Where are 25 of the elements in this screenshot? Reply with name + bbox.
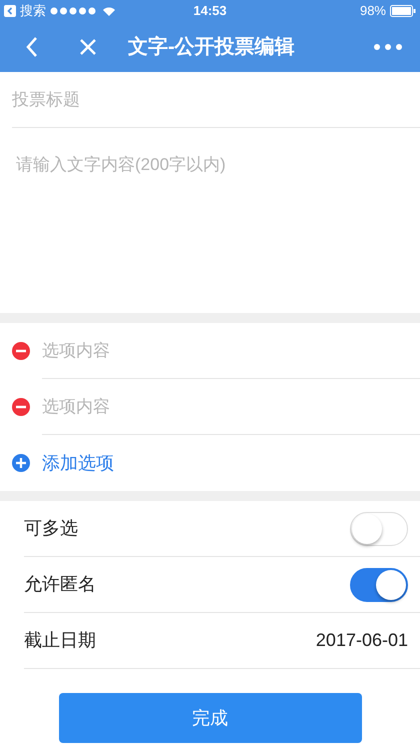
toggle-switch[interactable] [350, 568, 408, 602]
back-label[interactable]: 搜索 [20, 1, 46, 21]
remove-icon[interactable] [12, 342, 30, 360]
status-time: 14:53 [192, 2, 228, 20]
setting-label: 可多选 [24, 517, 78, 540]
add-option-button[interactable]: 添加选项 [12, 435, 114, 491]
option-field[interactable]: 选项内容 [42, 323, 420, 379]
back-icon [4, 5, 16, 17]
battery-icon [390, 5, 416, 17]
setting-label: 截止日期 [24, 629, 96, 652]
page-title: 文字-公开投票编辑 [128, 34, 296, 60]
date-value[interactable]: 2017-06-01 [316, 627, 408, 654]
signal-icon [50, 7, 98, 15]
plus-icon [12, 454, 30, 472]
more-icon [374, 44, 402, 50]
setting-label: 允许匿名 [24, 573, 96, 596]
remove-icon[interactable] [12, 398, 30, 416]
content-field[interactable]: 请输入文字内容(200字以内) [0, 128, 420, 313]
option-field[interactable]: 选项内容 [42, 379, 420, 435]
title-field[interactable]: 投票标题 [12, 72, 420, 128]
wifi-icon [102, 6, 116, 16]
battery-percent: 98% [360, 2, 386, 20]
submit-button[interactable]: 完成 [58, 693, 362, 743]
chevron-left-icon [25, 36, 39, 58]
close-icon [79, 38, 97, 56]
